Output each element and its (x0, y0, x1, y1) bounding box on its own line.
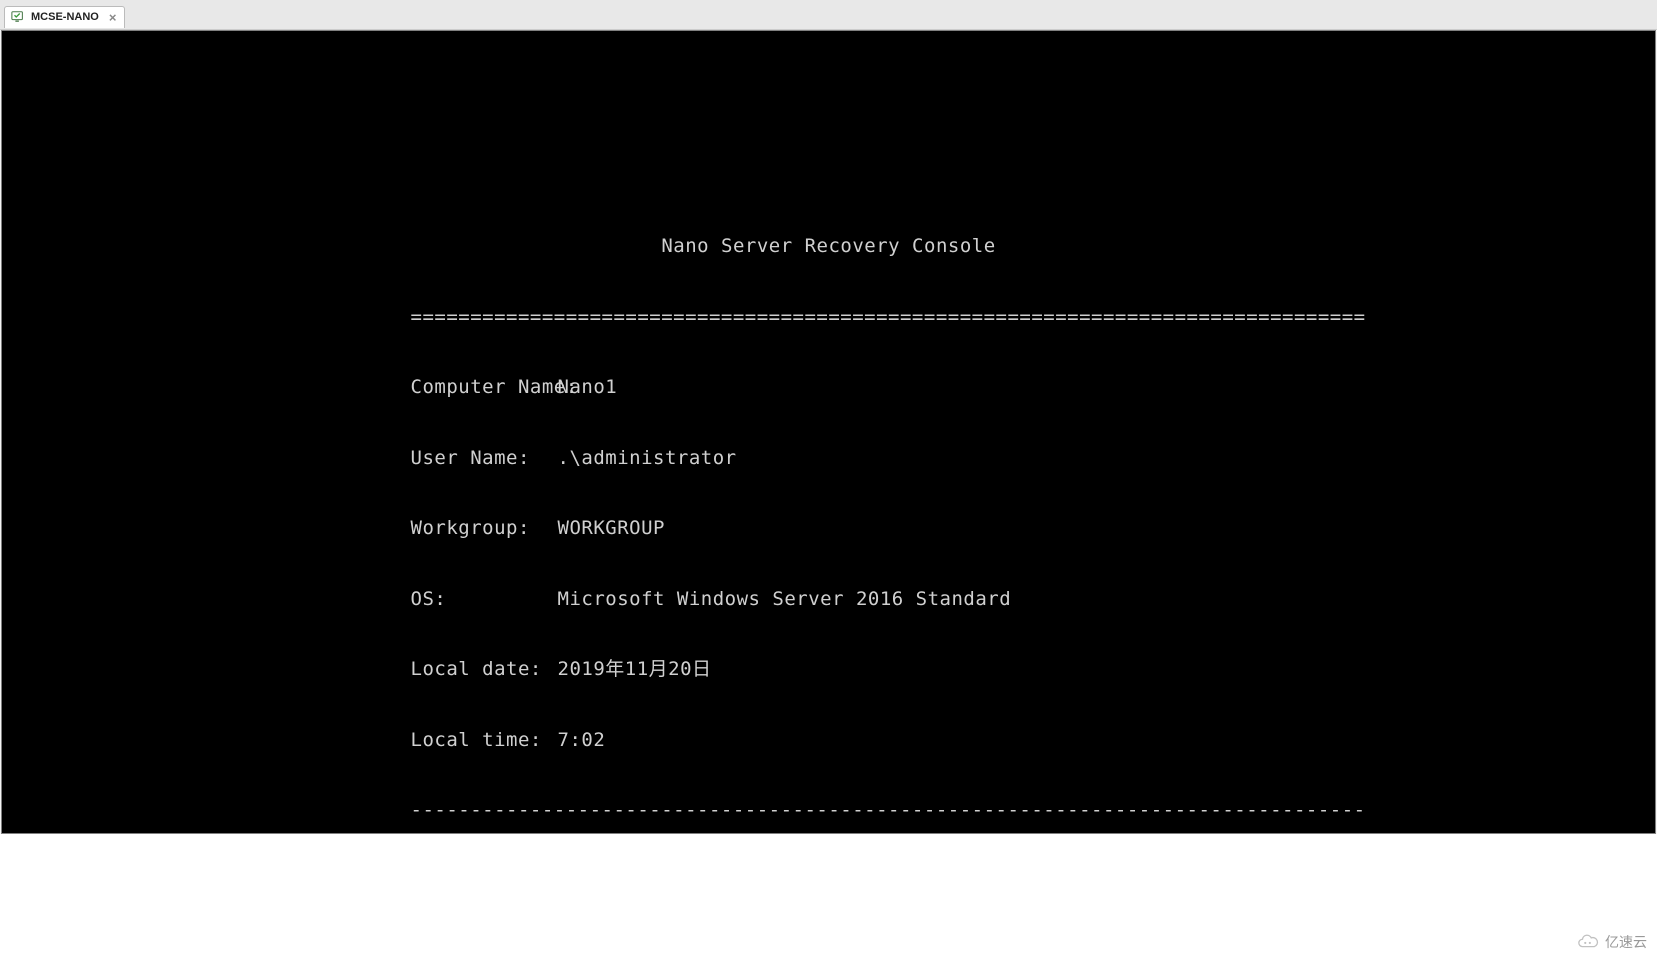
info-os: OS:Microsoft Windows Server 2016 Standar… (411, 588, 1247, 612)
tab-label: MCSE-NANO (31, 11, 99, 23)
watermark-text: 亿速云 (1605, 932, 1647, 952)
info-local-time: Local time:7:02 (411, 729, 1247, 753)
recovery-console[interactable]: Nano Server Recovery Console ===========… (2, 31, 1655, 834)
info-computer-name: Computer Name:Nano1 (411, 376, 1247, 400)
console-title: Nano Server Recovery Console (411, 235, 1247, 259)
close-icon[interactable]: × (109, 10, 117, 25)
monitor-icon (11, 10, 25, 24)
dash-divider: ----------------------------------------… (411, 799, 1247, 823)
cloud-icon (1577, 933, 1599, 951)
vm-tab[interactable]: MCSE-NANO × (4, 6, 125, 28)
info-local-date: Local date:2019年11月20日 (411, 658, 1247, 682)
console-frame: Nano Server Recovery Console ===========… (1, 30, 1656, 834)
bottom-area (0, 834, 1657, 964)
equal-divider: ========================================… (411, 306, 1247, 330)
watermark: 亿速云 (1577, 932, 1647, 952)
tab-bar: MCSE-NANO × (0, 0, 1657, 30)
info-user-name: User Name:.\administrator (411, 447, 1247, 471)
info-workgroup: Workgroup:WORKGROUP (411, 517, 1247, 541)
